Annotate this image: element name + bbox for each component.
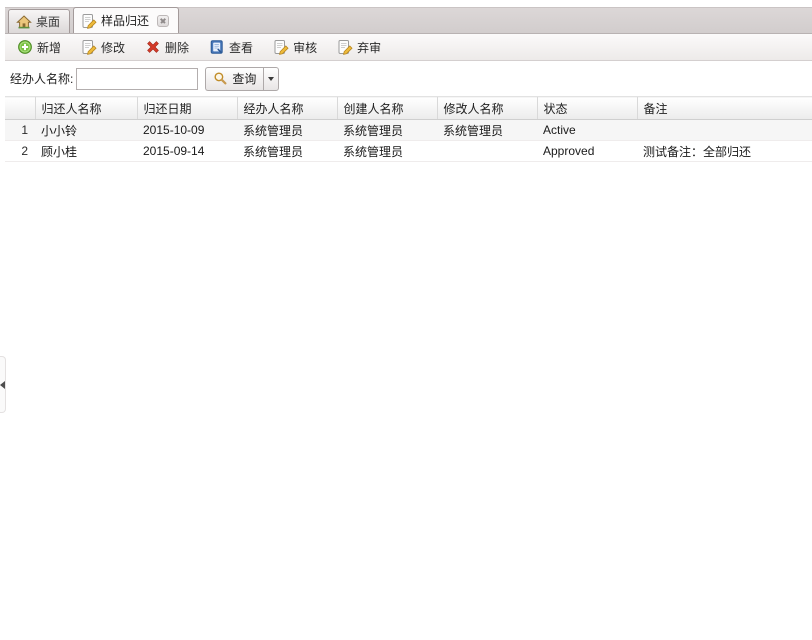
- edit-icon: [81, 39, 97, 55]
- query-button[interactable]: 查询: [205, 67, 263, 91]
- edit-button-label: 修改: [101, 39, 125, 56]
- cell-status: Active: [537, 120, 637, 141]
- tab-sample-return[interactable]: 样品归还: [73, 7, 179, 33]
- tab-bar: 桌面 样品归还: [5, 7, 812, 34]
- cell-returner-name: 顾小桂: [35, 141, 137, 162]
- column-header-status[interactable]: 状态: [537, 97, 637, 120]
- search-icon: [213, 71, 228, 86]
- cell-returner-name: 小小铃: [35, 120, 137, 141]
- add-button[interactable]: 新增: [14, 37, 64, 58]
- close-icon[interactable]: [157, 15, 169, 27]
- west-region-splitter[interactable]: [0, 356, 6, 413]
- row-number: 2: [5, 141, 35, 162]
- row-number: 1: [5, 120, 35, 141]
- cell-creator-name: 系统管理员: [337, 141, 437, 162]
- column-header-handler-name[interactable]: 经办人名称: [237, 97, 337, 120]
- main-panel: 桌面 样品归还: [5, 7, 812, 162]
- tab-sample-return-label: 样品归还: [101, 12, 149, 29]
- query-button-label: 查询: [232, 70, 256, 87]
- cell-handler-name: 系统管理员: [237, 141, 337, 162]
- audit-button[interactable]: 审核: [270, 37, 320, 58]
- audit-icon: [273, 39, 289, 55]
- cell-return-date: 2015-10-09: [137, 120, 237, 141]
- edit-page-icon: [81, 13, 97, 29]
- app-window: 桌面 样品归还: [0, 0, 812, 640]
- audit-button-label: 审核: [293, 39, 317, 56]
- cell-return-date: 2015-09-14: [137, 141, 237, 162]
- table-row[interactable]: 1 小小铃 2015-10-09 系统管理员 系统管理员 系统管理员 Activ…: [5, 120, 812, 141]
- search-field-label: 经办人名称:: [10, 70, 73, 87]
- column-header-modifier-name[interactable]: 修改人名称: [437, 97, 537, 120]
- row-number-header[interactable]: [5, 97, 35, 120]
- column-header-creator-name[interactable]: 创建人名称: [337, 97, 437, 120]
- cell-status: Approved: [537, 141, 637, 162]
- column-header-returner-name[interactable]: 归还人名称: [35, 97, 137, 120]
- edit-button[interactable]: 修改: [78, 37, 128, 58]
- delete-button[interactable]: 删除: [142, 37, 192, 58]
- chevron-down-icon: [268, 77, 274, 81]
- tab-desktop-label: 桌面: [36, 13, 60, 30]
- tab-desktop[interactable]: 桌面: [8, 9, 70, 33]
- column-header-remarks[interactable]: 备注: [637, 97, 812, 120]
- search-bar: 经办人名称: 查询: [5, 61, 812, 96]
- unaudit-button[interactable]: 弃审: [334, 37, 384, 58]
- view-button-label: 查看: [229, 39, 253, 56]
- table-header-row: 归还人名称 归还日期 经办人名称 创建人名称 修改人名称 状态 备注: [5, 97, 812, 120]
- unaudit-button-label: 弃审: [357, 39, 381, 56]
- query-dropdown-arrow[interactable]: [263, 67, 279, 91]
- cell-handler-name: 系统管理员: [237, 120, 337, 141]
- home-icon: [16, 14, 32, 30]
- unaudit-icon: [337, 39, 353, 55]
- column-header-return-date[interactable]: 归还日期: [137, 97, 237, 120]
- sample-return-grid: 归还人名称 归还日期 经办人名称 创建人名称 修改人名称 状态 备注 1 小小铃…: [5, 96, 812, 162]
- delete-button-label: 删除: [165, 39, 189, 56]
- cell-remarks: 测试备注：全部归还: [637, 141, 812, 162]
- sample-return-table: 归还人名称 归还日期 经办人名称 创建人名称 修改人名称 状态 备注 1 小小铃…: [5, 96, 812, 162]
- add-button-label: 新增: [37, 39, 61, 56]
- collapse-left-icon: [0, 381, 5, 389]
- view-button[interactable]: 查看: [206, 37, 256, 58]
- top-margin: [0, 0, 812, 7]
- cell-modifier-name: [437, 141, 537, 162]
- query-split-button: 查询: [205, 67, 279, 91]
- cell-modifier-name: 系统管理员: [437, 120, 537, 141]
- cell-remarks: [637, 120, 812, 141]
- table-row[interactable]: 2 顾小桂 2015-09-14 系统管理员 系统管理员 Approved 测试…: [5, 141, 812, 162]
- delete-icon: [145, 39, 161, 55]
- toolbar: 新增 修改 删除: [5, 34, 812, 61]
- add-icon: [17, 39, 33, 55]
- cell-creator-name: 系统管理员: [337, 120, 437, 141]
- view-icon: [209, 39, 225, 55]
- handler-name-input[interactable]: [76, 68, 198, 90]
